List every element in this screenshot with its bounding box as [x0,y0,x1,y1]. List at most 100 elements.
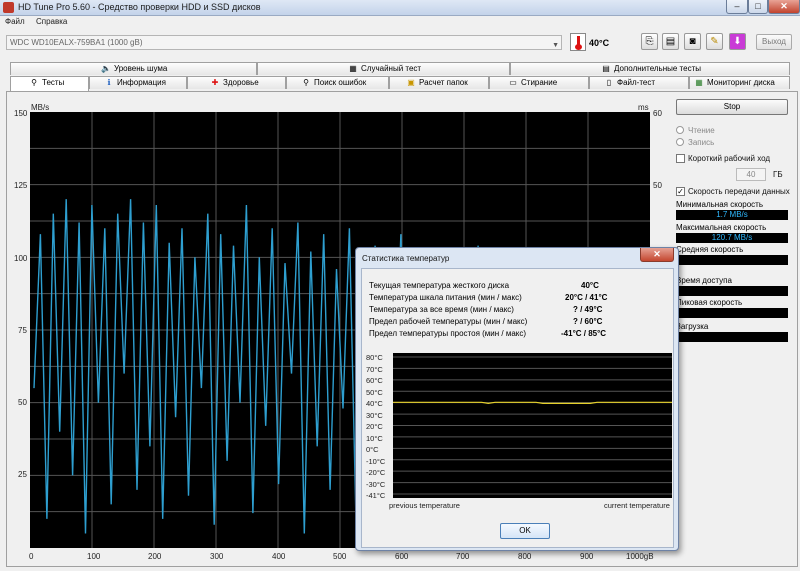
temperature-readout: 40°C [589,38,610,48]
stat-value: 40°C [581,281,599,290]
x-tick: 700 [456,552,470,561]
access-time-value [676,286,788,296]
cpu-usage-value [676,332,788,342]
temp-y-tick: 0°C [366,445,379,454]
error-scan-icon: ⚲ [303,78,309,87]
x-tick: 0 [29,552,34,561]
temp-y-tick: 40°C [366,399,383,408]
temp-y-tick: 60°C [366,376,383,385]
avg-speed-label: Средняя скорость [676,245,744,254]
stat-label: Предел рабочей температуры (мин / макс) [369,317,528,326]
dialog-title: Статистика температур [362,254,450,263]
monitor-icon: ▦ [695,78,703,87]
short-stroke-checkbox[interactable] [676,154,685,163]
short-stroke-unit: ГБ [773,170,783,179]
temp-y-tick: 10°C [366,433,383,443]
stat-value: -41°C / 85°C [561,329,607,338]
ok-button[interactable]: OK [500,523,550,539]
temp-y-tick: -20°C [366,468,386,477]
tools-icon[interactable]: ✎ [706,33,723,50]
tab-noise[interactable]: 🔈 Уровень шума [10,62,257,75]
extra-tests-icon: ▤ [602,64,610,73]
file-test-icon: ▯ [606,78,612,87]
drive-select[interactable]: WDC WD10EALX-759BA1 (1000 gB) ▼ [6,35,562,50]
cpu-usage-label: Загрузка [676,322,709,331]
tab-health[interactable]: ✚ Здоровье [187,76,286,89]
temp-y-tick: 80°C [366,353,383,362]
tab-row-bottom: ⚲ Тесты ℹ Информация ✚ Здоровье ⚲ Поиск ошиб… [0,76,800,91]
x-tick: 800 [518,552,532,561]
exit-button[interactable]: Выход [756,34,792,50]
tab-folder-usage[interactable]: ▣ Расчет папок [389,76,489,89]
x-tick: 200 [148,552,162,561]
read-label: Чтение [688,126,715,135]
x-tick: 500 [333,552,347,561]
thermometer-icon [570,33,586,51]
speaker-icon: 🔈 [101,64,111,73]
temperature-history-chart [393,353,672,498]
app-icon [3,2,14,13]
tab-extra-tests[interactable]: ▤ Дополнительные тесты [510,62,790,75]
right-y-tick: 50 [653,181,662,190]
dialog-close-button[interactable]: ✕ [640,248,674,262]
y-tick: 25 [18,470,27,479]
tab-file-benchmark[interactable]: ▯ Файл-тест [589,76,689,89]
read-radio[interactable] [676,126,684,134]
temp-y-tick: -10°C [366,456,386,466]
legend-current: current temperature [604,501,670,510]
stop-button[interactable]: Stop [676,99,788,115]
toolbar: WDC WD10EALX-759BA1 (1000 gB) ▼ 40°C ⎘ ▤… [0,28,800,58]
folder-icon: ▣ [407,78,415,87]
x-tick: 600 [395,552,409,561]
temp-y-tick: 30°C [366,410,383,420]
burst-rate-label: Пиковая скорость [676,298,743,307]
stat-value: ? / 60°C [573,317,603,326]
menu-bar: Файл Справка [0,16,800,28]
write-label: Запись [688,138,715,147]
info-icon: ℹ [107,78,111,87]
avg-speed-value [676,255,788,265]
max-speed-label: Максимальная скорость [676,223,767,232]
short-stroke-input[interactable]: 40 [736,168,766,181]
paste-icon[interactable]: ▤ [662,33,679,50]
transfer-rate-checkbox[interactable]: ✓ [676,187,685,196]
random-test-icon: ▦ [349,64,357,73]
temp-y-tick: 20°C [366,422,383,431]
x-tick: 1000gB [626,552,654,561]
minimize-button[interactable]: – [726,0,748,14]
temperature-line [393,401,672,405]
tab-erase[interactable]: ▭ Стирание [489,76,589,89]
y-tick: 50 [18,398,27,407]
stat-label: Температура за все время (мин / макс) [369,305,514,314]
short-stroke-label: Короткий рабочий ход [688,154,771,163]
stat-label: Температура шкала питания (мин / макс) [369,293,522,302]
write-radio[interactable] [676,138,684,146]
stat-value: ? / 49°C [573,305,603,314]
right-y-tick: 60 [653,109,662,118]
temperature-plot [393,356,672,495]
copy-icon[interactable]: ⎘ [641,33,658,50]
tab-error-scan[interactable]: ⚲ Поиск ошибок [286,76,389,89]
x-tick: 300 [210,552,224,561]
menu-help[interactable]: Справка [36,17,67,26]
download-icon[interactable]: ⬇ [729,33,746,50]
y-tick: 100 [14,254,28,263]
menu-file[interactable]: Файл [5,17,25,26]
tab-benchmark[interactable]: ⚲ Тесты [10,76,89,91]
left-axis-unit: MB/s [31,103,50,112]
maximize-button[interactable]: □ [748,0,768,14]
benchmark-icon: ⚲ [31,78,37,87]
access-time-label: Время доступа [676,276,732,285]
tab-info[interactable]: ℹ Информация [89,76,187,89]
window-title: HD Tune Pro 5.60 - Средство проверки HDD… [18,2,261,12]
close-button[interactable]: ✕ [768,0,800,14]
tab-disk-monitor[interactable]: ▦ Мониторинг диска [689,76,790,89]
stat-label: Текущая температура жесткого диска [369,281,510,290]
camera-icon[interactable]: ◙ [684,33,701,50]
stat-value: 20°C / 41°C [565,293,608,302]
health-icon: ✚ [211,78,219,87]
tab-random-access[interactable]: ▦ Случайный тест [257,62,510,75]
right-axis-unit: ms [638,103,649,112]
min-speed-value: 1.7 MB/s [676,210,788,220]
y-tick: 125 [14,181,28,190]
